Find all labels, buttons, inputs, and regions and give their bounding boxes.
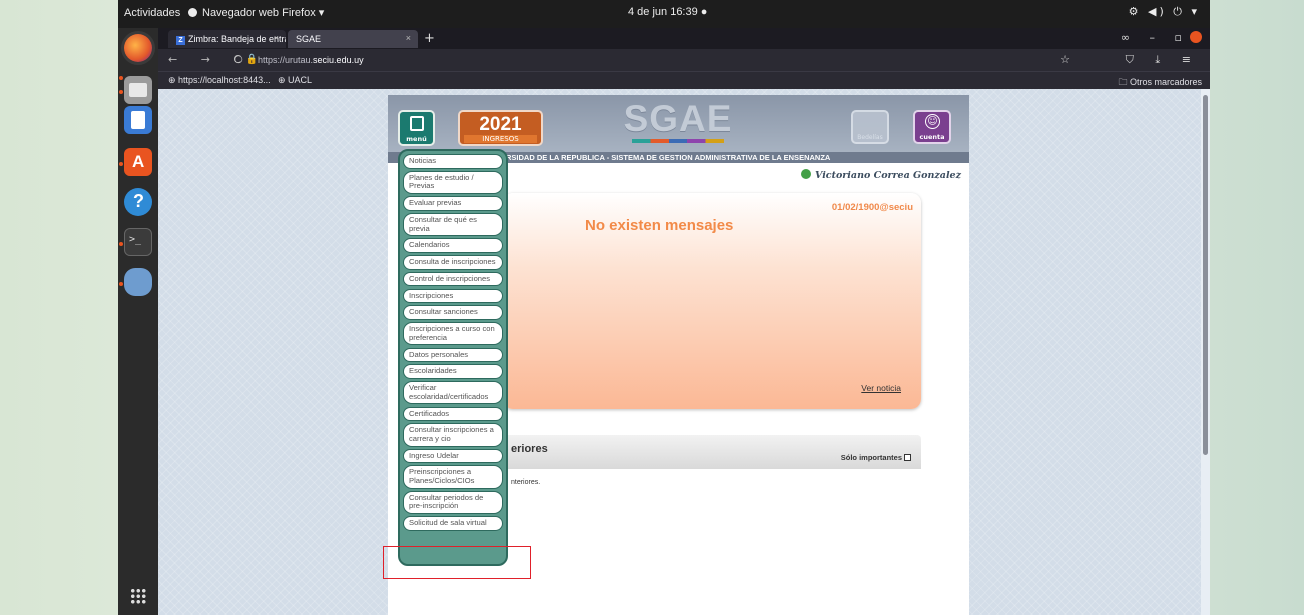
close-tab-icon[interactable]: × bbox=[274, 33, 279, 43]
tab-label: Zimbra: Bandeja de entra bbox=[188, 34, 286, 44]
files-icon[interactable] bbox=[124, 76, 152, 104]
firefox-small-icon bbox=[188, 8, 197, 17]
menu-item[interactable]: Consultar inscripciones a carrera y cio bbox=[403, 423, 503, 447]
previous-news-text: nteriores. bbox=[511, 479, 541, 486]
navigation-toolbar: ← → C ○ 🔒 https://urutau.seciu.edu.uy ☆ … bbox=[158, 49, 1210, 71]
document-viewer-icon[interactable] bbox=[124, 106, 152, 134]
tab-sgae[interactable]: SGAE × bbox=[288, 30, 418, 48]
menu-item[interactable]: Calendarios bbox=[403, 238, 503, 253]
tab-zimbra[interactable]: Z Zimbra: Bandeja de entra × bbox=[168, 30, 286, 48]
bedelias-button[interactable]: Bedelías bbox=[851, 110, 889, 144]
menu-item[interactable]: Ingreso Udelar bbox=[403, 448, 503, 464]
menu-item[interactable]: Consultar de qué es previa bbox=[403, 212, 503, 237]
menu-icon bbox=[410, 116, 424, 131]
only-important-checkbox[interactable] bbox=[904, 454, 911, 461]
app-grid-icon[interactable] bbox=[130, 588, 146, 604]
messages-panel: 01/02/1900@seciu No existen mensajes Ver… bbox=[503, 193, 921, 409]
user-name-text: Victoriano Correa Gonzalez bbox=[814, 170, 961, 181]
sgae-page: menú 2021 INGRESOS SGAE Bedelías ☺ cuent… bbox=[388, 95, 969, 615]
menu-item[interactable]: Certificados bbox=[403, 406, 503, 422]
no-messages-text: No existen mensajes bbox=[585, 217, 734, 234]
menu-item[interactable]: Consulta de inscripciones bbox=[403, 255, 503, 270]
running-indicator bbox=[119, 242, 123, 246]
highlight-box bbox=[383, 546, 531, 579]
menu-item[interactable]: Planes de estudio / Previas bbox=[403, 170, 503, 194]
page-background: menú 2021 INGRESOS SGAE Bedelías ☺ cuent… bbox=[158, 89, 1201, 615]
scrollbar-thumb[interactable] bbox=[1203, 95, 1208, 455]
dock bbox=[118, 28, 158, 615]
bedelias-label: Bedelías bbox=[857, 134, 883, 141]
bookmarks-bar: ⊕ https://localhost:8443... ⊕ UACL 🗀 Otr… bbox=[158, 71, 1210, 89]
logo-color-bars bbox=[632, 139, 724, 143]
bookmark-uacl[interactable]: ⊕ UACL bbox=[278, 75, 312, 86]
app-menu[interactable]: Navegador web Firefox ▾ bbox=[188, 6, 324, 19]
user-status-icon bbox=[800, 169, 811, 179]
menu-item[interactable]: Control de inscripciones bbox=[403, 271, 503, 287]
see-news-link[interactable]: Ver noticia bbox=[861, 383, 901, 393]
screen: Actividades Navegador web Firefox ▾ 4 de… bbox=[118, 0, 1210, 615]
account-button[interactable]: ☺ cuenta bbox=[913, 110, 951, 144]
software-store-icon[interactable] bbox=[124, 148, 152, 176]
previous-news-header: eriores Sólo importantes bbox=[503, 435, 921, 469]
accessibility-icon: ☺ bbox=[925, 114, 940, 129]
clock[interactable]: 4 de jun 16:39 ● bbox=[628, 6, 707, 18]
logo-text: SGAE bbox=[623, 98, 733, 139]
menu-item[interactable]: Verificar escolaridad/certificados bbox=[403, 381, 503, 405]
firefox-window: Z Zimbra: Bandeja de entra × SGAE × + ∞ – ▫… bbox=[158, 28, 1210, 615]
menu-item[interactable]: Datos personales bbox=[403, 347, 503, 363]
system-menu-icons[interactable]: ⚙ ◀) ⏻ ▾ bbox=[1129, 5, 1200, 19]
running-indicator bbox=[119, 90, 123, 94]
scrollbar[interactable] bbox=[1201, 89, 1210, 615]
tab-bar: Z Zimbra: Bandeja de entra × SGAE × + ∞ – ▫ bbox=[158, 28, 1210, 49]
menu-item[interactable]: Solicitud de sala virtual bbox=[403, 516, 503, 531]
running-indicator bbox=[119, 76, 123, 80]
menu-item[interactable]: Escolaridades bbox=[403, 364, 503, 379]
menu-button[interactable]: menú bbox=[398, 110, 435, 146]
lock-icon[interactable]: ○ 🔒 bbox=[234, 54, 258, 65]
sgae-logo: SGAE bbox=[618, 98, 738, 145]
running-indicator bbox=[119, 162, 123, 166]
user-name: Victoriano Correa Gonzalez bbox=[800, 169, 961, 181]
terminal-icon[interactable] bbox=[124, 228, 152, 256]
menu-item[interactable]: Consultar sanciones bbox=[403, 305, 503, 321]
database-icon[interactable] bbox=[124, 268, 152, 296]
menu-item[interactable]: Inscripciones bbox=[403, 288, 503, 304]
menu-item[interactable]: Noticias bbox=[403, 154, 503, 169]
running-indicator bbox=[119, 282, 123, 286]
app-menu-label: Navegador web Firefox ▾ bbox=[202, 7, 325, 19]
menu-item[interactable]: Preinscripciones a Planes/Ciclos/CIOs bbox=[403, 465, 503, 489]
url-domain: seciu.edu.uy bbox=[313, 55, 364, 65]
sgae-header: menú 2021 INGRESOS SGAE Bedelías ☺ cuent… bbox=[388, 95, 969, 152]
menu-label: menú bbox=[406, 135, 427, 143]
menu-item[interactable]: Evaluar previas bbox=[403, 196, 503, 211]
window-buttons[interactable]: ∞ – ▫ bbox=[1121, 31, 1190, 44]
url-prefix: https://urutau. bbox=[258, 55, 314, 65]
window-controls[interactable]: ∞ – ▫ bbox=[1121, 31, 1202, 44]
account-label: cuenta bbox=[919, 133, 945, 141]
gnome-top-bar: Actividades Navegador web Firefox ▾ 4 de… bbox=[118, 0, 1210, 28]
toolbar-icons[interactable]: ⛉ ⤓ ≡ bbox=[1126, 53, 1200, 67]
year-sub: INGRESOS bbox=[464, 135, 537, 143]
year-badge[interactable]: 2021 INGRESOS bbox=[458, 110, 543, 146]
menu-item[interactable]: Inscripciones a curso con preferencia bbox=[403, 322, 503, 346]
help-icon[interactable] bbox=[124, 188, 152, 216]
firefox-icon[interactable] bbox=[124, 34, 152, 62]
message-date: 01/02/1900@seciu bbox=[831, 202, 913, 213]
url-field[interactable]: https://urutau.seciu.edu.uy bbox=[258, 55, 364, 65]
new-tab-button[interactable]: + bbox=[424, 31, 435, 46]
bookmark-star-icon[interactable]: ☆ bbox=[1060, 53, 1070, 66]
previous-title: eriores bbox=[511, 443, 548, 455]
year-value: 2021 bbox=[479, 114, 522, 135]
zimbra-icon: Z bbox=[176, 36, 185, 45]
only-important-toggle[interactable]: Sólo importantes bbox=[841, 453, 911, 462]
close-window-icon[interactable] bbox=[1190, 31, 1202, 43]
menu-item[interactable]: Consultar periodos de pre-inscripción bbox=[403, 490, 503, 515]
menu-dropdown: Noticias Planes de estudio / Previas Evalu… bbox=[398, 149, 508, 566]
bookmark-localhost[interactable]: ⊕ https://localhost:8443... bbox=[168, 75, 271, 86]
activities-button[interactable]: Actividades bbox=[124, 7, 180, 19]
tab-label: SGAE bbox=[296, 34, 322, 44]
close-tab-icon[interactable]: × bbox=[406, 33, 411, 43]
only-important-label: Sólo importantes bbox=[840, 453, 902, 462]
